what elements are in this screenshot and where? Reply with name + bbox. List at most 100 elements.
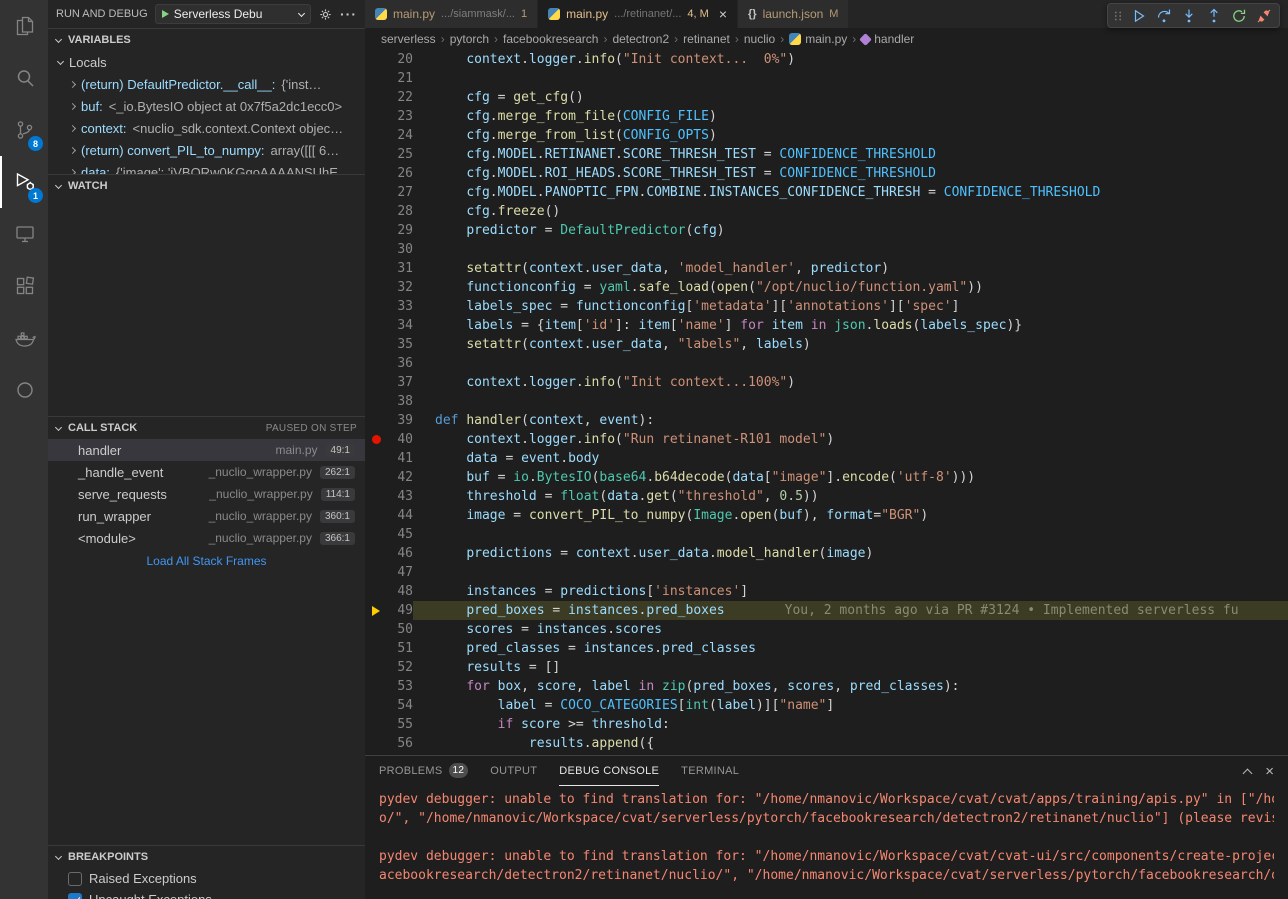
code-line[interactable]: 34 labels = {item['id']: item['name'] fo… (365, 316, 1288, 335)
variables-scope-locals[interactable]: Locals (48, 51, 365, 73)
debug-current-line-arrow-icon[interactable] (365, 601, 387, 620)
code-line-content[interactable]: labels_spec = functionconfig['metadata']… (413, 297, 1288, 316)
code-line-content[interactable]: pred_classes = instances.pred_classes (413, 639, 1288, 658)
code-line-content[interactable]: results.append({ (413, 734, 1288, 753)
breakpoints-section-header[interactable]: BREAKPOINTS (48, 846, 365, 868)
explorer-icon[interactable] (0, 0, 48, 52)
code-line[interactable]: 40 context.logger.info("Run retinanet-R1… (365, 430, 1288, 449)
editor-tab[interactable]: main.py.../siammask/...1 (365, 0, 538, 28)
glyph-margin[interactable] (365, 278, 387, 297)
glyph-margin[interactable] (365, 734, 387, 753)
glyph-margin[interactable] (365, 202, 387, 221)
code-line[interactable]: 35 setattr(context.user_data, "labels", … (365, 335, 1288, 354)
variable-row[interactable]: data:{'image': 'iVBORw0KGgoAAAANSUhE… (48, 161, 365, 174)
code-line[interactable]: 30 (365, 240, 1288, 259)
glyph-margin[interactable] (365, 525, 387, 544)
code-line-content[interactable]: if score >= threshold: (413, 715, 1288, 734)
code-line-content[interactable]: for box, score, label in zip(pred_boxes,… (413, 677, 1288, 696)
code-line-content[interactable]: instances = predictions['instances'] (413, 582, 1288, 601)
code-line-content[interactable]: def handler(context, event): (413, 411, 1288, 430)
glyph-margin[interactable] (365, 696, 387, 715)
glyph-margin[interactable] (365, 506, 387, 525)
code-line-content[interactable] (413, 69, 1288, 88)
code-line-content[interactable]: image = convert_PIL_to_numpy(Image.open(… (413, 506, 1288, 525)
breadcrumb-item[interactable]: retinanet (683, 32, 730, 46)
variable-row[interactable]: buf:<_io.BytesIO object at 0x7f5a2dc1ecc… (48, 95, 365, 117)
code-line-content[interactable]: results = [] (413, 658, 1288, 677)
drag-handle-icon[interactable] (1111, 7, 1125, 25)
stack-frame-row[interactable]: handlermain.py49:1 (48, 439, 365, 461)
glyph-margin[interactable] (365, 50, 387, 69)
launch-config-select[interactable]: Serverless Debu (155, 4, 311, 24)
glyph-margin[interactable] (365, 221, 387, 240)
breadcrumb-item[interactable]: facebookresearch (503, 32, 598, 46)
code-line[interactable]: 51 pred_classes = instances.pred_classes (365, 639, 1288, 658)
glyph-margin[interactable] (365, 126, 387, 145)
glyph-margin[interactable] (365, 335, 387, 354)
glyph-margin[interactable] (365, 563, 387, 582)
panel-tab-terminal[interactable]: TERMINAL (681, 756, 739, 786)
code-line[interactable]: 37 context.logger.info("Init context...1… (365, 373, 1288, 392)
breakpoint-indicator[interactable] (365, 430, 387, 449)
code-line[interactable]: 47 (365, 563, 1288, 582)
variable-row[interactable]: (return) DefaultPredictor.__call__:{'ins… (48, 73, 365, 95)
code-line[interactable]: 52 results = [] (365, 658, 1288, 677)
code-line[interactable]: 44 image = convert_PIL_to_numpy(Image.op… (365, 506, 1288, 525)
step-out-icon[interactable] (1201, 5, 1226, 26)
glyph-margin[interactable] (365, 373, 387, 392)
stack-frame-row[interactable]: serve_requests_nuclio_wrapper.py114:1 (48, 483, 365, 505)
glyph-margin[interactable] (365, 468, 387, 487)
breadcrumb-item[interactable]: detectron2 (612, 32, 669, 46)
glyph-margin[interactable] (365, 354, 387, 373)
code-line[interactable]: 49 pred_boxes = instances.pred_boxesYou,… (365, 601, 1288, 620)
code-line-content[interactable]: cfg.MODEL.RETINANET.SCORE_THRESH_TEST = … (413, 145, 1288, 164)
code-line[interactable]: 55 if score >= threshold: (365, 715, 1288, 734)
code-line[interactable]: 41 data = event.body (365, 449, 1288, 468)
code-line[interactable]: 45 (365, 525, 1288, 544)
glyph-margin[interactable] (365, 88, 387, 107)
glyph-margin[interactable] (365, 183, 387, 202)
code-line[interactable]: 39def handler(context, event): (365, 411, 1288, 430)
code-line[interactable]: 31 setattr(context.user_data, 'model_han… (365, 259, 1288, 278)
code-line[interactable]: 21 (365, 69, 1288, 88)
glyph-margin[interactable] (365, 449, 387, 468)
glyph-margin[interactable] (365, 677, 387, 696)
stack-frame-row[interactable]: run_wrapper_nuclio_wrapper.py360:1 (48, 505, 365, 527)
watch-section-header[interactable]: WATCH (48, 175, 365, 197)
code-line[interactable]: 56 results.append({ (365, 734, 1288, 753)
code-line-content[interactable] (413, 563, 1288, 582)
code-line[interactable]: 32 functionconfig = yaml.safe_load(open(… (365, 278, 1288, 297)
code-line[interactable]: 20 context.logger.info("Init context... … (365, 50, 1288, 69)
code-line-content[interactable] (413, 525, 1288, 544)
breakpoint-row[interactable]: Uncaught Exceptions (48, 889, 365, 899)
code-line-content[interactable]: cfg.MODEL.ROI_HEADS.SCORE_THRESH_TEST = … (413, 164, 1288, 183)
breadcrumb-item[interactable]: serverless (381, 32, 436, 46)
docker-icon[interactable] (0, 312, 48, 364)
glyph-margin[interactable] (365, 715, 387, 734)
code-line-content[interactable]: cfg = get_cfg() (413, 88, 1288, 107)
restart-icon[interactable] (1226, 5, 1251, 26)
breadcrumb-item[interactable]: nuclio (744, 32, 775, 46)
code-line[interactable]: 53 for box, score, label in zip(pred_box… (365, 677, 1288, 696)
code-line-content[interactable]: predictor = DefaultPredictor(cfg) (413, 221, 1288, 240)
glyph-margin[interactable] (365, 487, 387, 506)
source-control-icon[interactable]: 8 (0, 104, 48, 156)
more-actions-icon[interactable]: ··· (340, 6, 357, 22)
code-line[interactable]: 33 labels_spec = functionconfig['metadat… (365, 297, 1288, 316)
variables-section-header[interactable]: VARIABLES (48, 29, 365, 51)
stack-frame-row[interactable]: _handle_event_nuclio_wrapper.py262:1 (48, 461, 365, 483)
code-line[interactable]: 26 cfg.MODEL.ROI_HEADS.SCORE_THRESH_TEST… (365, 164, 1288, 183)
extensions-icon[interactable] (0, 260, 48, 312)
panel-tab-debug-console[interactable]: DEBUG CONSOLE (559, 756, 659, 786)
code-line-content[interactable]: setattr(context.user_data, "labels", lab… (413, 335, 1288, 354)
code-line-content[interactable] (413, 240, 1288, 259)
code-line-content[interactable]: context.logger.info("Run retinanet-R101 … (413, 430, 1288, 449)
code-editor[interactable]: 20 context.logger.info("Init context... … (365, 50, 1288, 755)
start-debugging-icon[interactable] (162, 10, 169, 18)
step-over-icon[interactable] (1151, 5, 1176, 26)
variable-row[interactable]: context:<nuclio_sdk.context.Context obje… (48, 117, 365, 139)
code-line-content[interactable]: threshold = float(data.get("threshold", … (413, 487, 1288, 506)
code-line[interactable]: 29 predictor = DefaultPredictor(cfg) (365, 221, 1288, 240)
glyph-margin[interactable] (365, 240, 387, 259)
code-line-content[interactable]: data = event.body (413, 449, 1288, 468)
